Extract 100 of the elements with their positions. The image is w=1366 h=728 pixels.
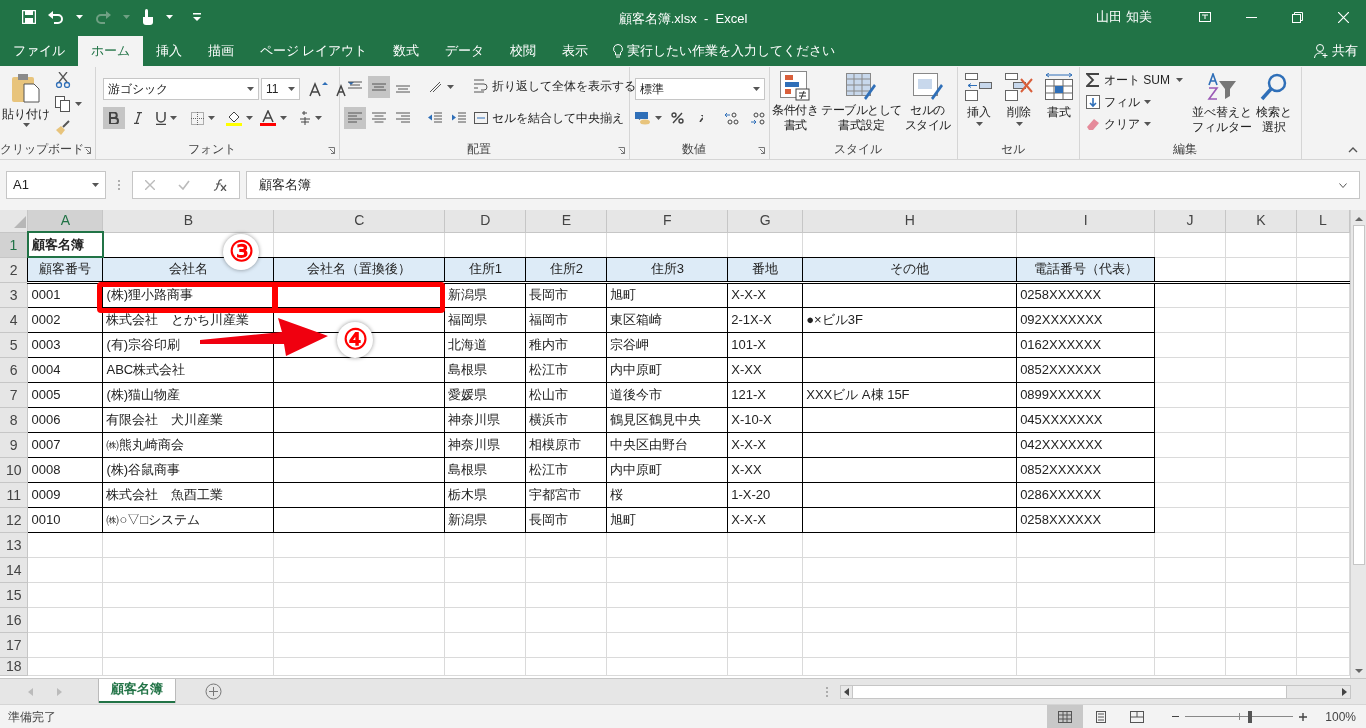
cell-text: 0010 bbox=[31, 511, 61, 527]
currency-button[interactable] bbox=[635, 111, 662, 125]
sheet-tab[interactable]: 顧客名簿 bbox=[99, 678, 175, 703]
cell-text: 0258XXXXXX bbox=[1020, 287, 1102, 303]
bold-button[interactable] bbox=[103, 107, 125, 129]
column-header[interactable]: J bbox=[1154, 210, 1226, 232]
column-title: 電話番号（代表） bbox=[1033, 261, 1138, 277]
name-box[interactable]: A1 bbox=[6, 171, 106, 199]
dialog-launcher-icon bbox=[618, 147, 625, 154]
caret-icon bbox=[123, 15, 130, 19]
zoom-in-button[interactable] bbox=[1297, 712, 1310, 721]
row-header[interactable]: 15 bbox=[0, 582, 28, 607]
ribbon-tab[interactable]: 挿入 bbox=[143, 36, 195, 66]
cell-text: 東区箱崎 bbox=[610, 311, 663, 327]
editing-button[interactable]: 並べ替えと フィルター bbox=[1192, 73, 1252, 135]
zoom-slider[interactable] bbox=[1185, 710, 1294, 723]
sigma-icon bbox=[1086, 73, 1100, 87]
ribbon-tab[interactable]: 校閲 bbox=[497, 36, 550, 66]
prev-sheet-icon bbox=[28, 687, 33, 696]
editing-button[interactable]: 検索と 選択 bbox=[1256, 73, 1292, 135]
font-size-field[interactable]: 11 bbox=[261, 78, 300, 100]
cell-text: X-XX bbox=[731, 361, 762, 377]
row-header[interactable]: 3 bbox=[0, 282, 28, 307]
column-title: 住所2 bbox=[549, 261, 583, 277]
caret-icon bbox=[169, 116, 177, 120]
cells-button[interactable]: 削除 bbox=[1002, 73, 1036, 126]
brush-icon bbox=[55, 120, 71, 136]
row-header[interactable]: 2 bbox=[0, 257, 28, 282]
column-header[interactable]: H bbox=[802, 210, 1017, 232]
style-button[interactable]: テーブルとして 書式設定 bbox=[820, 71, 903, 133]
style-button[interactable]: セルの スタイル bbox=[903, 71, 952, 133]
ribbon-tab[interactable]: 描画 bbox=[195, 36, 247, 66]
column-header[interactable]: G bbox=[727, 210, 803, 232]
column-header[interactable]: K bbox=[1225, 210, 1297, 232]
clear-button[interactable]: クリア bbox=[1086, 115, 1183, 133]
cell-text: 宗谷岬 bbox=[610, 336, 650, 352]
ribbon-display-icon bbox=[1199, 12, 1211, 22]
row-header[interactable]: 7 bbox=[0, 382, 28, 407]
column-header[interactable]: A bbox=[28, 210, 103, 232]
group-label: スタイル bbox=[833, 141, 882, 157]
number-format-field[interactable]: 標準 bbox=[635, 78, 765, 100]
cell-text: 栃木県 bbox=[448, 486, 488, 502]
copy-button[interactable] bbox=[54, 95, 83, 113]
autosum-button[interactable]: オート SUM bbox=[1086, 71, 1183, 89]
row-header[interactable]: 6 bbox=[0, 357, 28, 382]
column-header[interactable]: B bbox=[102, 210, 274, 232]
column-header[interactable]: D bbox=[444, 210, 526, 232]
wrap-text-button[interactable]: 折り返して全体を表示する bbox=[474, 77, 636, 95]
increase-font-icon bbox=[308, 81, 328, 97]
vertical-scrollbar[interactable] bbox=[1350, 210, 1366, 678]
column-header[interactable]: L bbox=[1296, 210, 1350, 232]
horizontal-scrollbar[interactable] bbox=[840, 684, 1351, 699]
ribbon-tab[interactable]: 数式 bbox=[380, 36, 433, 66]
cancel-icon bbox=[144, 180, 155, 190]
tell-me-field[interactable]: 実行したい作業を入力してください bbox=[627, 41, 836, 61]
cell-text: (株)狸小路商事 bbox=[106, 287, 194, 303]
zoom-level[interactable]: 100% bbox=[1325, 707, 1356, 726]
cell-text: 宇都宮市 bbox=[529, 486, 582, 502]
caret-icon bbox=[446, 85, 454, 89]
row-header[interactable]: 8 bbox=[0, 407, 28, 432]
row-header[interactable]: 16 bbox=[0, 607, 28, 632]
cells-button[interactable]: 挿入 bbox=[962, 73, 996, 126]
zoom-thumb[interactable] bbox=[1248, 710, 1253, 723]
ribbon-tab[interactable]: 表示 bbox=[549, 36, 602, 66]
formula-field[interactable]: 顧客名簿 bbox=[246, 171, 1360, 199]
ribbon-tab[interactable]: ホーム bbox=[78, 36, 143, 66]
column-header[interactable]: C bbox=[273, 210, 445, 232]
ribbon-tab[interactable]: データ bbox=[432, 36, 498, 66]
style-button[interactable]: 条件付き 書式 bbox=[771, 71, 819, 133]
view-button[interactable] bbox=[1047, 705, 1084, 728]
column-header[interactable]: F bbox=[606, 210, 728, 232]
cell-text: 旭町 bbox=[610, 511, 637, 527]
font-color-button[interactable] bbox=[257, 107, 289, 129]
merge-center-button[interactable]: セルを結合して中央揃え bbox=[474, 109, 643, 127]
undo-icon bbox=[48, 10, 64, 24]
cells-button[interactable]: 書式 bbox=[1042, 73, 1076, 126]
new-sheet-button[interactable] bbox=[205, 683, 222, 700]
row-header[interactable]: 12 bbox=[0, 507, 28, 532]
row-header[interactable]: 17 bbox=[0, 632, 28, 657]
cell-text: 株式会社 魚酉工業 bbox=[106, 486, 224, 502]
column-header[interactable]: I bbox=[1016, 210, 1155, 232]
row-header[interactable]: 11 bbox=[0, 482, 28, 507]
row-header[interactable]: 14 bbox=[0, 557, 28, 582]
ribbon-tab[interactable]: ファイル bbox=[0, 36, 78, 66]
insert-function-button[interactable] bbox=[213, 179, 228, 191]
paste-button[interactable]: 貼り付け bbox=[4, 73, 48, 128]
font-name-field[interactable]: 游ゴシック bbox=[103, 78, 259, 100]
column-header[interactable]: E bbox=[525, 210, 607, 232]
ribbon-tab[interactable]: ページ レイアウト bbox=[247, 36, 381, 66]
underline-icon bbox=[155, 111, 166, 125]
fill-button[interactable]: フィル bbox=[1086, 93, 1183, 111]
row-header[interactable]: 1 bbox=[0, 232, 28, 257]
increase-decimal-icon bbox=[724, 111, 740, 125]
row-header[interactable]: 13 bbox=[0, 532, 28, 557]
row-header[interactable]: 4 bbox=[0, 307, 28, 332]
row-header[interactable]: 5 bbox=[0, 332, 28, 357]
row-header[interactable]: 9 bbox=[0, 432, 28, 457]
share-button[interactable]: 共有 bbox=[1332, 41, 1358, 61]
row-header[interactable]: 10 bbox=[0, 457, 28, 482]
comma-icon bbox=[699, 114, 703, 122]
